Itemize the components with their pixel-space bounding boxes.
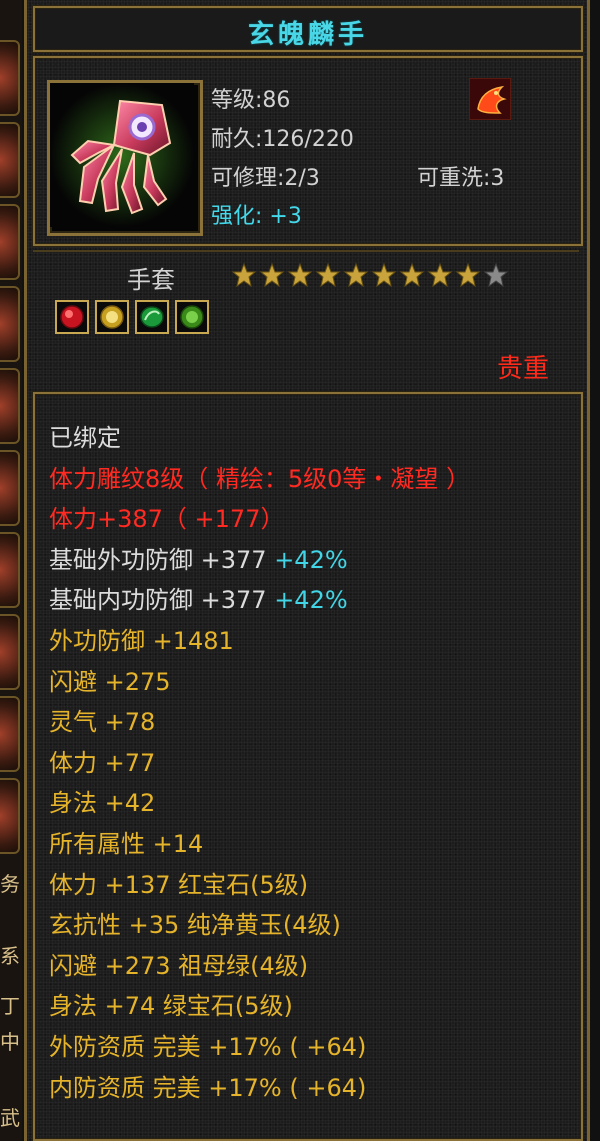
attribute-text: 基础外功防御 +377: [49, 545, 275, 574]
attributes-panel: 已绑定体力雕纹8级（ 精绘：5级0等・凝望 ） 体力+387（ +177） 基础外功…: [33, 392, 583, 1141]
red-gauntlet-icon: [50, 83, 194, 227]
attribute-line: 体力 +137 红宝石(5级): [49, 865, 470, 906]
star-filled-icon: [455, 262, 481, 288]
inventory-slot[interactable]: [0, 286, 20, 362]
attribute-line: 所有属性 +14: [49, 824, 470, 865]
attribute-line: 玄抗性 +35 纯净黄玉(4级): [49, 905, 470, 946]
side-tab-label[interactable]: 务: [0, 868, 20, 897]
inventory-slot[interactable]: [0, 696, 20, 772]
emerald-gem-icon: [135, 300, 169, 334]
side-tab-label[interactable]: 武: [0, 1102, 20, 1131]
rewash-label: 可重洗:: [417, 166, 491, 191]
attribute-text: 外功防御 +1481: [49, 626, 234, 655]
level-label: 等级:: [211, 88, 263, 113]
attribute-line: 基础内功防御 +377 +42%: [49, 580, 470, 621]
attribute-text: 内防资质 完美 +17% ( +64): [49, 1073, 367, 1102]
attribute-line: 闪避 +275: [49, 662, 470, 703]
attribute-line: 体力+387（ +177）: [49, 499, 470, 540]
attribute-text: 身法 +74 绿宝石(5级): [49, 992, 293, 1021]
level-stat: 等级:86: [211, 82, 290, 114]
attribute-text: 灵气 +78: [49, 708, 156, 737]
topaz-gem-icon: [95, 300, 129, 334]
enhance-stat: 强化: +3: [211, 198, 302, 230]
star-filled-icon: [371, 262, 397, 288]
star-filled-icon: [315, 262, 341, 288]
attribute-text: 闪避 +275: [49, 667, 171, 696]
enhance-label: 强化:: [211, 204, 263, 229]
repairable-value: 2/3: [284, 166, 320, 191]
repairable-stat: 可修理:2/3: [211, 160, 320, 192]
star-rating: [231, 262, 509, 288]
green-gem-icon: [175, 300, 209, 334]
item-icon-frame: [47, 80, 203, 236]
star-filled-icon: [231, 262, 257, 288]
inventory-side-strip: 务 系 丁 中 武: [0, 0, 22, 1141]
attribute-line: 体力 +77: [49, 743, 470, 784]
attribute-text: 体力 +137 红宝石(5级): [49, 870, 309, 899]
attribute-line: 身法 +74 绿宝石(5级): [49, 986, 470, 1027]
attribute-line: 闪避 +273 祖母绿(4级): [49, 946, 470, 987]
attribute-text: 闪避 +273 祖母绿(4级): [49, 951, 309, 980]
inventory-slot[interactable]: [0, 204, 20, 280]
attribute-line: 外功防御 +1481: [49, 621, 470, 662]
side-tab-label[interactable]: 丁: [0, 990, 20, 1019]
star-filled-icon: [259, 262, 285, 288]
attribute-text: 体力+387（ +177）: [49, 505, 285, 534]
star-filled-icon: [427, 262, 453, 288]
attribute-list: 已绑定体力雕纹8级（ 精绘：5级0等・凝望 ） 体力+387（ +177） 基础外功…: [49, 418, 470, 1108]
item-type: 手套: [127, 266, 175, 294]
attribute-line: 基础外功防御 +377 +42%: [49, 540, 470, 581]
star-filled-icon: [399, 262, 425, 288]
attribute-line: 体力雕纹8级（ 精绘：5级0等・凝望 ）: [49, 459, 470, 500]
attribute-text: 外防资质 完美 +17% ( +64): [49, 1032, 367, 1061]
inventory-slot[interactable]: [0, 40, 20, 116]
repairable-label: 可修理:: [211, 166, 285, 191]
gem-sockets: [55, 300, 209, 334]
durability-label: 耐久:: [211, 127, 263, 152]
quality-label: 贵重: [496, 354, 549, 384]
attribute-bonus: +42%: [274, 586, 348, 615]
attribute-bonus: +42%: [274, 545, 348, 574]
rewash-stat: 可重洗:3: [417, 160, 504, 192]
item-name: 玄魄麟手: [247, 20, 368, 50]
attribute-line: 已绑定: [49, 418, 470, 459]
star-empty-icon: [483, 262, 509, 288]
attribute-text: 基础内功防御 +377: [49, 586, 275, 615]
attribute-text: 身法 +42: [49, 789, 156, 818]
attribute-text: 玄抗性 +35 纯净黄玉(4级): [49, 911, 341, 940]
inventory-slot[interactable]: [0, 532, 20, 608]
inventory-slot[interactable]: [0, 450, 20, 526]
star-filled-icon: [287, 262, 313, 288]
attribute-line: 灵气 +78: [49, 702, 470, 743]
phoenix-emblem-icon: [469, 78, 511, 120]
inventory-slot[interactable]: [0, 614, 20, 690]
attribute-line: 身法 +42: [49, 783, 470, 824]
rewash-value: 3: [490, 166, 505, 191]
side-tab-label[interactable]: 中: [0, 1026, 20, 1055]
durability-value: 126/220: [262, 127, 354, 152]
inventory-slot[interactable]: [0, 368, 20, 444]
attribute-text: 已绑定: [49, 424, 121, 452]
durability-stat: 耐久:126/220: [211, 121, 354, 153]
attribute-text: 体力雕纹8级（ 精绘：5级0等・凝望 ）: [49, 464, 471, 493]
attribute-line: 内防资质 完美 +17% ( +64): [49, 1068, 470, 1109]
item-header-panel: 等级:86 耐久:126/220 可修理:2/3 可重洗:3 强化: +3: [33, 56, 583, 246]
inventory-slot[interactable]: [0, 778, 20, 854]
attribute-text: 体力 +77: [49, 748, 156, 777]
section-divider: [33, 250, 579, 252]
title-bar: 玄魄麟手: [33, 6, 583, 52]
attribute-line: 外防资质 完美 +17% ( +64): [49, 1027, 470, 1068]
side-tab-label[interactable]: 系: [0, 940, 20, 969]
star-filled-icon: [343, 262, 369, 288]
level-value: 86: [262, 88, 291, 113]
enhance-value: +3: [269, 204, 302, 229]
ruby-gem-icon: [55, 300, 89, 334]
item-tooltip: 玄魄麟手 等级:86 耐久:126/220 可修理:2/3 可重洗:3 强化: …: [24, 0, 590, 1141]
attribute-text: 所有属性 +14: [49, 829, 204, 858]
inventory-slot[interactable]: [0, 122, 20, 198]
